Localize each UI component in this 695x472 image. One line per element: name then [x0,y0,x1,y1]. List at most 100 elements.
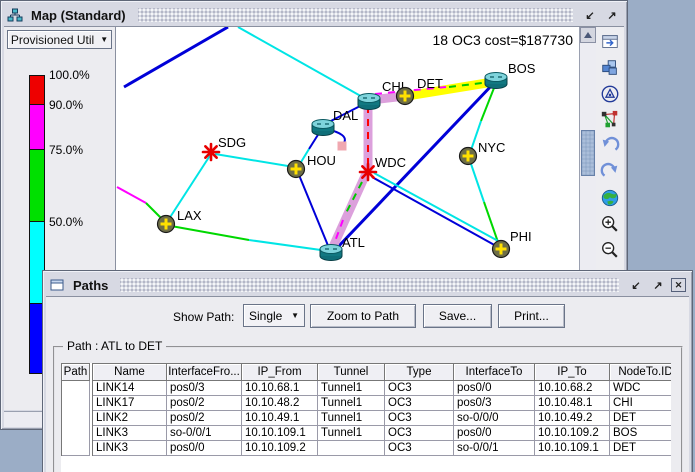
map-link[interactable] [215,154,294,167]
column-header-ip-from[interactable]: IP_From [242,364,318,381]
column-header-type[interactable]: Type [385,364,454,381]
table-cell: so-0/0/1 [454,441,535,456]
table-cell: BOS [610,426,671,441]
map-node-label: PHI [510,229,532,244]
maximize-window-button[interactable]: ↗ [603,8,621,23]
map-node-ATL[interactable] [320,245,342,261]
map-link[interactable] [299,175,329,248]
table-cell: 10.10.49.2 [535,411,610,426]
map-link[interactable] [484,202,499,245]
show-path-dropdown[interactable]: Single ▼ [243,304,305,327]
table-cell: Tunnel1 [318,396,385,411]
panel-expand-icon[interactable] [598,30,622,54]
table-cell: Tunnel1 [318,426,385,441]
map-link[interactable] [124,27,228,87]
maximize-window-button[interactable]: ↗ [649,278,667,293]
paths-window-titlebar[interactable]: Paths ↙ ↗ ✕ [46,274,689,296]
map-node-SDG[interactable] [203,144,219,160]
table-cell: WDC [610,381,671,396]
table-cell: CHI [610,396,671,411]
column-header-ip-to[interactable]: IP_To [535,364,610,381]
table-cell: LINK17 [93,396,167,411]
legend-segment [29,150,45,222]
paths-window-title: Paths [69,278,112,293]
map-link[interactable] [374,173,500,242]
redo-icon[interactable] [598,160,622,184]
map-node-square[interactable] [338,142,347,151]
paths-window: Paths ↙ ↗ ✕ Show Path: Single ▼ Zoom to … [42,270,693,472]
table-row[interactable]: LINK2pos0/210.10.49.1Tunnel1OC3so-0/0/01… [93,411,671,426]
show-path-value: Single [249,309,282,323]
path-row-header-table: Path [61,363,90,456]
zoom-out-icon[interactable] [598,238,622,262]
circle-tool-icon[interactable] [598,82,622,106]
column-header-name[interactable]: Name [93,364,167,381]
globe-icon[interactable] [598,186,622,210]
column-header-tunnel[interactable]: Tunnel [318,364,385,381]
map-node-WDC[interactable] [360,164,376,180]
map-window-titlebar[interactable]: Map (Standard) ↙ ↗ [4,4,624,26]
minimize-window-button[interactable]: ↙ [627,278,645,293]
table-cell: OC3 [385,396,454,411]
chevron-down-icon: ▼ [100,35,108,44]
column-header-interfaceto[interactable]: InterfaceTo [454,364,535,381]
path-groupbox-title: Path : ATL to DET [63,339,166,353]
map-link[interactable] [117,187,146,203]
legend-label: 50.0% [49,215,83,229]
map-node-label: BOS [508,61,536,76]
undo-icon[interactable] [598,134,622,158]
map-node-LAX[interactable] [158,216,175,233]
table-row[interactable]: LINK14pos0/310.10.68.1Tunnel1OC3pos0/010… [93,381,671,396]
map-node-DAL[interactable] [312,120,334,136]
map-node-DET[interactable] [397,88,414,105]
table-cell: pos0/2 [167,396,242,411]
legend-segment [29,105,45,150]
map-node-BOS[interactable] [485,73,507,89]
map-link[interactable] [470,161,484,202]
save-button[interactable]: Save... [423,304,492,328]
map-link[interactable] [238,27,366,99]
map-node-label: SDG [218,135,246,150]
restore-window-button[interactable]: ↙ [581,8,599,23]
scroll-up-button[interactable] [580,27,596,43]
table-row[interactable]: LINK17pos0/210.10.48.2Tunnel1OC3pos0/310… [93,396,671,411]
table-cell: 10.10.109.1 [535,441,610,456]
table-row[interactable]: LINK3so-0/0/110.10.109.1Tunnel1OC3pos0/0… [93,426,671,441]
network-map-icon [7,7,23,23]
table-cell: OC3 [385,381,454,396]
map-node-label: HOU [307,153,336,168]
map-status-text: 18 OC3 cost=$187730 [433,32,574,48]
map-node-HOU[interactable] [288,161,305,178]
print-button[interactable]: Print... [498,304,565,328]
column-header-nodeto-id[interactable]: NodeTo.ID [610,364,671,381]
table-cell: pos0/3 [167,381,242,396]
table-cell: pos0/2 [167,411,242,426]
table-row[interactable]: LINK3pos0/010.10.109.2OC3so-0/0/110.10.1… [93,441,671,456]
map-node-CHI[interactable] [358,94,380,110]
path-groupbox: Path : ATL to DET Path NameInterfaceFro.… [53,346,683,472]
map-link[interactable] [249,240,328,251]
legend-metric-dropdown[interactable]: Provisioned Util ▼ [7,30,112,49]
table-cell: 10.10.109.2 [242,441,318,456]
map-node-label: DAL [333,108,358,123]
table-cell: 10.10.49.1 [242,411,318,426]
topology-icon[interactable] [598,108,622,132]
map-window-title: Map (Standard) [27,8,130,23]
map-node-NYC[interactable] [460,148,477,165]
row-header-column[interactable]: Path [62,364,90,381]
table-cell: so-0/0/0 [454,411,535,426]
close-window-button[interactable]: ✕ [671,278,686,292]
map-node-label: NYC [478,140,505,155]
3d-boxes-icon[interactable] [598,56,622,80]
scrollbar-thumb[interactable] [581,130,595,176]
map-node-PHI[interactable] [493,241,510,258]
zoom-to-path-button[interactable]: Zoom to Path [310,304,416,328]
zoom-in-icon[interactable] [598,212,622,236]
triangle-up-icon [584,32,592,38]
chevron-down-icon: ▼ [291,311,299,320]
table-cell: pos0/0 [454,426,535,441]
table-cell: OC3 [385,426,454,441]
column-header-interfacefro-[interactable]: InterfaceFro... [167,364,242,381]
map-link[interactable] [171,226,249,240]
table-cell: OC3 [385,441,454,456]
